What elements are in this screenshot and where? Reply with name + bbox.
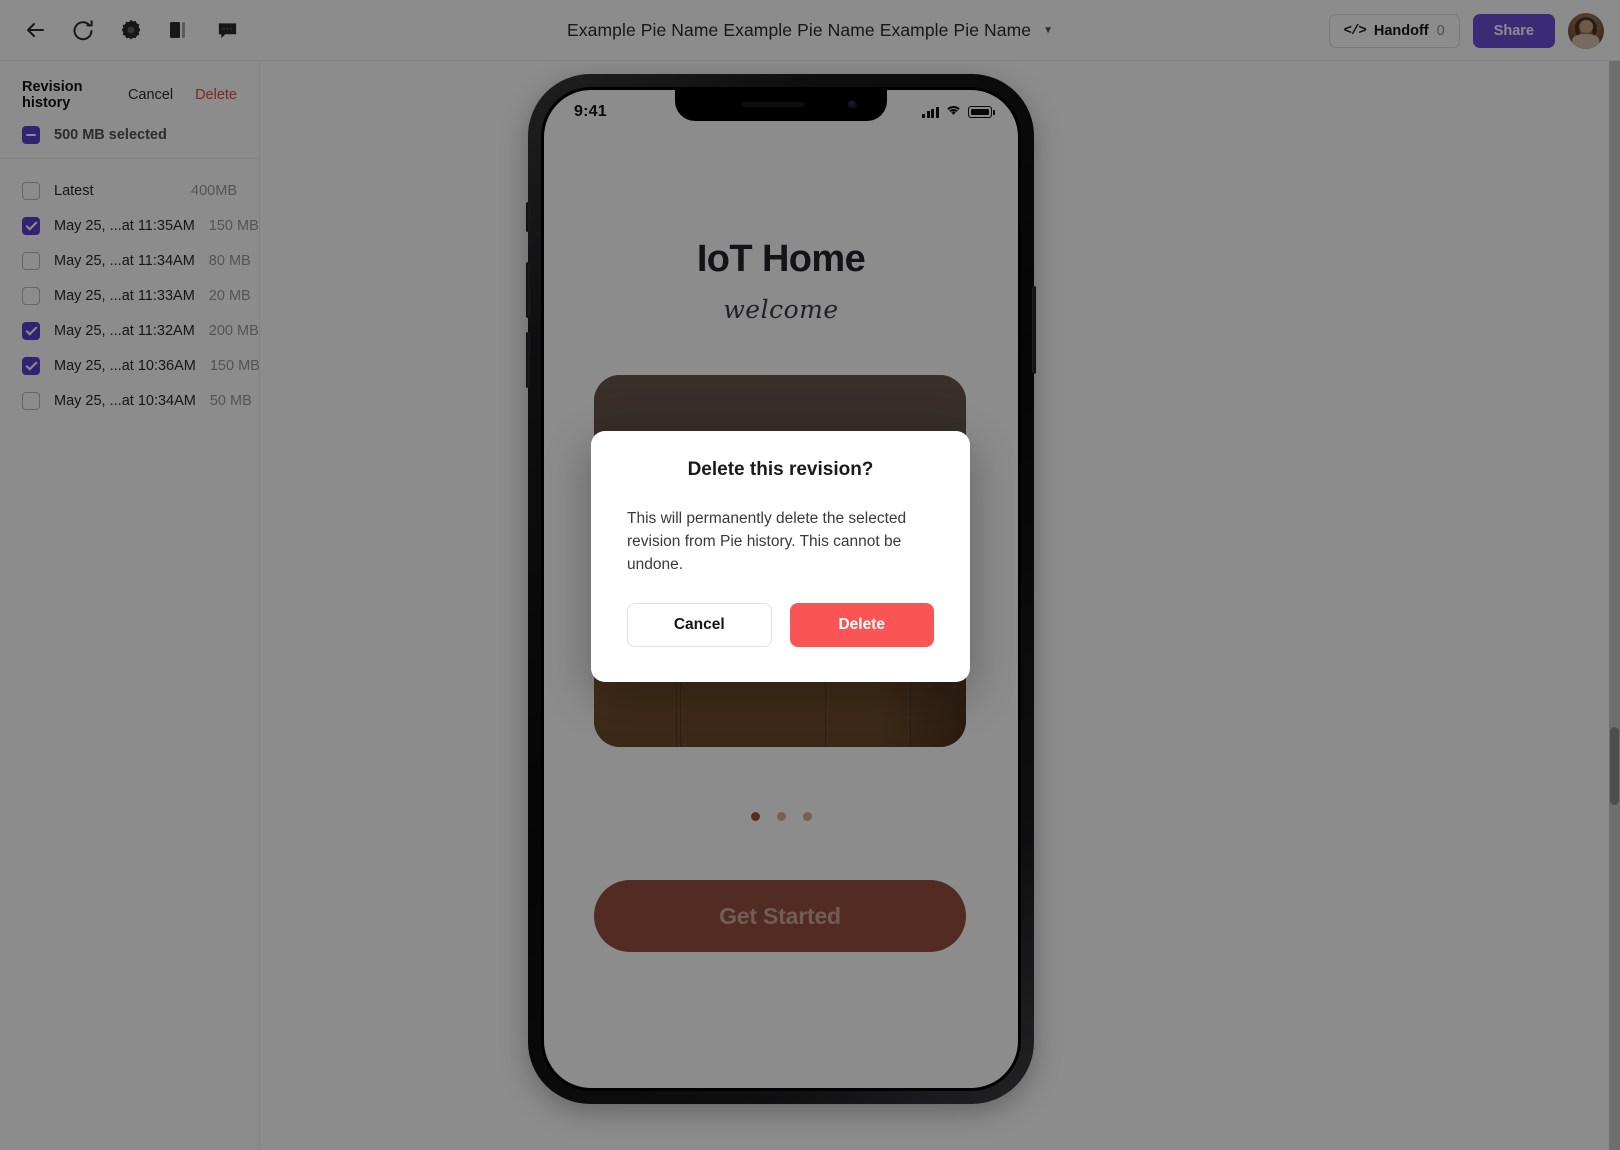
- toolbar-icon-group: [0, 15, 242, 45]
- avatar[interactable]: [1568, 12, 1604, 49]
- carousel-dot[interactable]: [776, 812, 786, 821]
- reload-icon[interactable]: [68, 15, 98, 45]
- dialog-cancel-button[interactable]: Cancel: [627, 603, 772, 648]
- dialog-actions: Cancel Delete: [627, 603, 934, 648]
- preview-app-subtitle: welcome: [723, 295, 839, 324]
- sidebar-delete-button[interactable]: Delete: [195, 87, 237, 103]
- sidebar-cancel-button[interactable]: Cancel: [128, 87, 173, 103]
- phone-volume-down-button: [526, 332, 530, 388]
- vertical-scrollbar-track[interactable]: [1609, 61, 1620, 1150]
- revision-row[interactable]: May 25, ...at 11:33AM 20 MB: [0, 278, 259, 313]
- handoff-count: 0: [1436, 22, 1445, 39]
- revision-label: May 25, ...at 11:35AM: [54, 217, 195, 234]
- avatar-head: [1579, 19, 1593, 34]
- carousel-dot[interactable]: [750, 812, 760, 821]
- revision-size: 20 MB: [208, 287, 251, 304]
- revision-row[interactable]: May 25, ...at 11:35AM 150 MB: [0, 208, 259, 243]
- sidebar-header: Revision history Cancel Delete: [0, 61, 259, 111]
- comment-icon[interactable]: [212, 15, 242, 45]
- revision-checkbox[interactable]: [22, 356, 40, 375]
- chevron-down-icon[interactable]: ▼: [1043, 25, 1053, 36]
- revision-checkbox[interactable]: [22, 321, 40, 340]
- code-brackets-icon: </>: [1343, 22, 1367, 39]
- revision-row[interactable]: May 25, ...at 10:36AM 150 MB: [0, 348, 260, 383]
- dialog-body-text: This will permanently delete the selecte…: [627, 510, 907, 574]
- select-all-checkbox[interactable]: [22, 126, 40, 144]
- settings-gear-icon[interactable]: [116, 15, 146, 45]
- phone-mute-switch: [526, 202, 530, 232]
- revision-row[interactable]: May 25, ...at 11:34AM 80 MB: [0, 243, 259, 278]
- selected-size-label: 500 MB selected: [54, 127, 167, 143]
- carousel-dots: [544, 812, 1018, 821]
- revision-label: May 25, ...at 10:36AM: [54, 357, 196, 374]
- status-indicators: [922, 103, 995, 121]
- handoff-button[interactable]: </> Handoff 0: [1328, 13, 1460, 48]
- revision-size: 150 MB: [209, 357, 260, 374]
- revision-size: 80 MB: [208, 252, 251, 269]
- revision-label: May 25, ...at 11:32AM: [54, 322, 195, 339]
- revision-label: Latest: [54, 182, 94, 199]
- revision-checkbox[interactable]: [22, 251, 40, 270]
- earpiece-speaker: [741, 102, 804, 107]
- cellular-signal-icon: [922, 106, 939, 118]
- vertical-scrollbar-thumb[interactable]: [1610, 727, 1619, 805]
- wifi-icon: [945, 103, 962, 121]
- revision-size: 200 MB: [208, 322, 259, 339]
- revision-row[interactable]: May 25, ...at 11:32AM 200 MB: [0, 313, 259, 348]
- toolbar-right-group: </> Handoff 0 Share: [1328, 0, 1604, 61]
- battery-icon: [968, 106, 995, 118]
- revision-list: Latest 400MB May 25, ...at 11:35AM 150 MB Ma…: [0, 159, 260, 418]
- revision-checkbox[interactable]: [22, 286, 40, 305]
- sidebar-header-row: Revision history Cancel Delete: [22, 79, 237, 111]
- revision-checkbox[interactable]: [22, 216, 40, 235]
- revision-size: 150 MB: [208, 217, 259, 234]
- get-started-button[interactable]: Get Started: [594, 880, 966, 952]
- sidebar-title: Revision history: [22, 79, 83, 111]
- back-icon[interactable]: [20, 15, 50, 45]
- revision-history-sidebar: Revision history Cancel Delete 500 MB se…: [0, 61, 260, 1150]
- revision-size: 50 MB: [209, 392, 252, 409]
- phone-volume-up-button: [526, 262, 530, 318]
- revision-row[interactable]: May 25, ...at 10:34AM 50 MB: [0, 383, 259, 418]
- handoff-label: Handoff: [1373, 22, 1429, 39]
- status-time: 9:41: [574, 103, 607, 120]
- front-camera-icon: [848, 100, 857, 109]
- revision-checkbox[interactable]: [22, 181, 40, 200]
- revision-size: 400MB: [191, 182, 237, 199]
- share-button[interactable]: Share: [1472, 13, 1555, 48]
- dialog-title: Delete this revision?: [687, 459, 874, 480]
- avatar-body: [1572, 34, 1600, 49]
- revision-label: May 25, ...at 11:34AM: [54, 252, 195, 269]
- revision-checkbox[interactable]: [22, 391, 40, 410]
- phone-notch: [675, 90, 887, 121]
- split-panel-icon[interactable]: [164, 15, 194, 45]
- delete-revision-dialog: Delete this revision? This will permanen…: [591, 431, 970, 682]
- revision-label: May 25, ...at 11:33AM: [54, 287, 195, 304]
- top-toolbar: Example Pie Name Example Pie Name Exampl…: [0, 0, 1620, 61]
- carousel-dot[interactable]: [802, 812, 812, 821]
- select-all-row[interactable]: 500 MB selected: [0, 111, 259, 159]
- page-title: Example Pie Name Example Pie Name Exampl…: [567, 20, 1032, 40]
- phone-power-button: [1032, 286, 1036, 374]
- revision-label: May 25, ...at 10:34AM: [54, 392, 196, 409]
- revision-row[interactable]: Latest 400MB: [0, 173, 259, 208]
- dialog-delete-button[interactable]: Delete: [789, 603, 934, 648]
- preview-app-title: IoT Home: [696, 238, 866, 280]
- app-root: Example Pie Name Example Pie Name Exampl…: [0, 0, 1620, 1150]
